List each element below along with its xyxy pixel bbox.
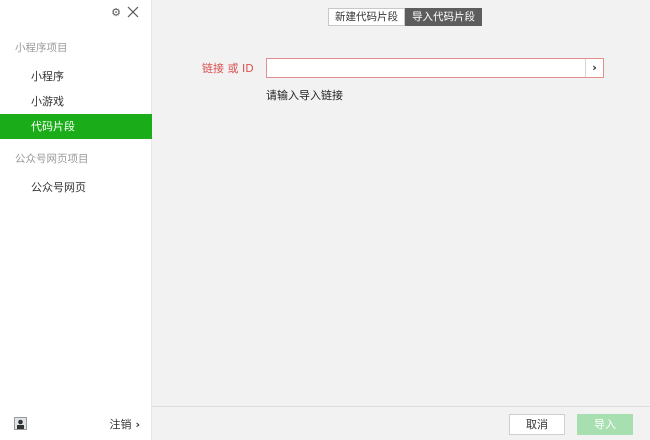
sidebar: ⚙ 小程序项目 小程序 小游戏 代码片段 公众号网页项目 公众号网页 注销 › <box>0 0 152 440</box>
sidebar-item-label: 小游戏 <box>31 95 64 108</box>
window-controls: ⚙ <box>111 6 139 18</box>
sidebar-footer: 注销 › <box>0 408 152 440</box>
gear-icon[interactable]: ⚙ <box>111 7 121 18</box>
go-button[interactable]: › <box>585 59 603 77</box>
avatar[interactable] <box>14 417 27 430</box>
sidebar-item-minigame[interactable]: 小游戏 <box>0 89 152 114</box>
sidebar-item-code-snippet[interactable]: 代码片段 <box>0 114 152 139</box>
link-or-id-field: › <box>266 58 604 78</box>
close-icon[interactable] <box>127 6 139 18</box>
sidebar-item-miniprogram[interactable]: 小程序 <box>0 64 152 89</box>
main-panel: 新建代码片段 导入代码片段 链接 或 ID › 请输入导入链接 取消 导入 <box>152 0 650 440</box>
cancel-button[interactable]: 取消 <box>509 414 565 435</box>
link-or-id-label: 链接 或 ID <box>202 62 254 75</box>
tab-new-snippet[interactable]: 新建代码片段 <box>328 8 405 26</box>
import-button[interactable]: 导入 <box>577 414 633 435</box>
logout-button[interactable]: 注销 › <box>109 416 140 432</box>
tab-import-snippet[interactable]: 导入代码片段 <box>405 8 482 26</box>
chevron-right-icon: › <box>135 417 140 431</box>
link-or-id-input[interactable] <box>267 59 585 77</box>
sidebar-item-label: 小程序 <box>31 70 64 83</box>
import-hint: 请输入导入链接 <box>266 89 343 102</box>
action-bar: 取消 导入 <box>152 406 650 440</box>
logout-label: 注销 <box>109 418 132 431</box>
sidebar-item-label: 代码片段 <box>31 120 75 133</box>
sidebar-item-official-account-web[interactable]: 公众号网页 <box>0 175 152 200</box>
sidebar-item-label: 公众号网页 <box>31 181 86 194</box>
section-title-miniprogram: 小程序项目 <box>15 42 68 54</box>
section-title-official-account: 公众号网页项目 <box>15 153 89 165</box>
tab-bar: 新建代码片段 导入代码片段 <box>328 8 482 26</box>
